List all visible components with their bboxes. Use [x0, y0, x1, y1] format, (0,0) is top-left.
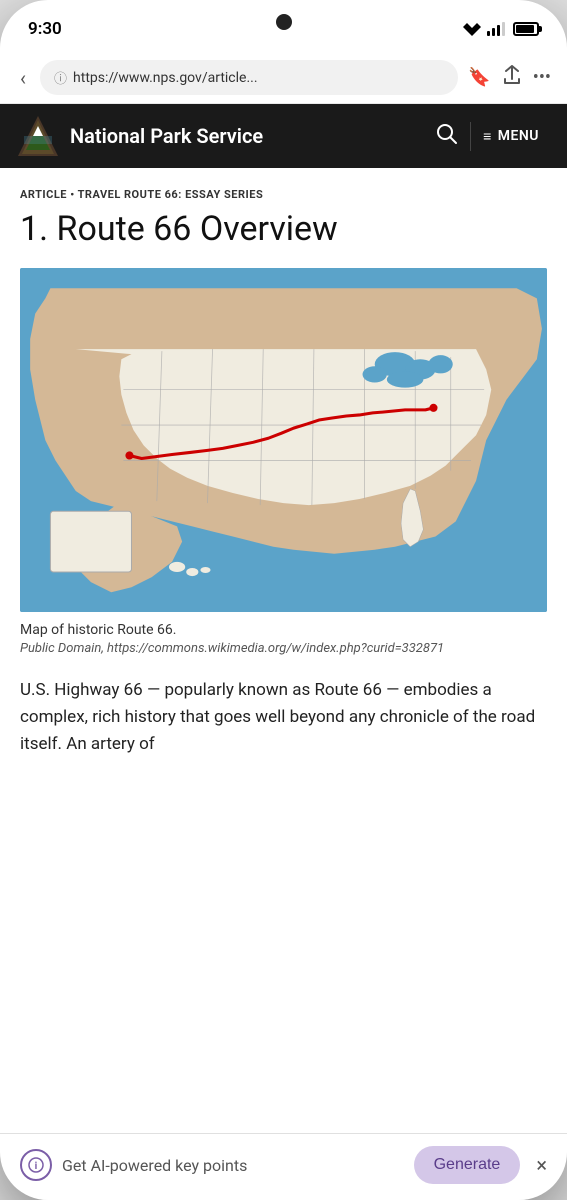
browser-actions: 🔖 •••: [468, 65, 551, 90]
wifi-icon: [463, 22, 481, 36]
status-time: 9:30: [28, 19, 62, 39]
ai-bar-inner: i Get AI-powered key points Generate ×: [20, 1146, 547, 1184]
url-text: https://www.nps.gov/article...: [73, 70, 444, 86]
us-map: [20, 268, 547, 613]
camera-notch: [276, 14, 292, 30]
generate-button[interactable]: Generate: [414, 1146, 521, 1184]
back-button[interactable]: ‹: [16, 62, 30, 94]
map-caption: Map of historic Route 66.: [20, 622, 547, 638]
ai-close-button[interactable]: ×: [536, 1155, 547, 1175]
nps-site-title: National Park Service: [70, 124, 424, 148]
article-title: 1. Route 66 Overview: [20, 209, 547, 250]
ai-prompt-text: Get AI-powered key points: [62, 1156, 247, 1175]
battery-icon: [513, 22, 539, 36]
main-content: ARTICLE • TRAVEL ROUTE 66: ESSAY SERIES …: [0, 168, 567, 1133]
nps-header: NPS National Park Service ≡ MENU: [0, 104, 567, 168]
nps-search-button[interactable]: [424, 117, 470, 156]
more-button[interactable]: •••: [533, 67, 551, 88]
share-button[interactable]: [503, 65, 521, 90]
ai-left: i Get AI-powered key points: [20, 1149, 247, 1181]
menu-label: MENU: [498, 128, 539, 144]
phone-frame: 9:30 ‹ ⓘ https://www.nps.gov/article...: [0, 0, 567, 1200]
ai-info-icon: i: [20, 1149, 52, 1181]
map-attribution: Public Domain, https://commons.wikimedia…: [20, 640, 547, 658]
bookmark-button[interactable]: 🔖: [468, 67, 490, 88]
article-body: U.S. Highway 66 — popularly known as Rou…: [20, 677, 547, 759]
hamburger-icon: ≡: [483, 128, 492, 145]
map-container: [20, 268, 547, 613]
status-icons: [463, 22, 539, 36]
svg-text:i: i: [35, 1161, 38, 1172]
browser-bar: ‹ ⓘ https://www.nps.gov/article... 🔖 •••: [0, 52, 567, 104]
ai-bottom-bar: i Get AI-powered key points Generate ×: [0, 1133, 567, 1200]
nps-logo: NPS: [16, 114, 60, 158]
url-info-icon: ⓘ: [54, 68, 67, 87]
nps-menu-button[interactable]: ≡ MENU: [470, 122, 551, 151]
article-category: ARTICLE • TRAVEL ROUTE 66: ESSAY SERIES: [20, 188, 547, 201]
url-bar[interactable]: ⓘ https://www.nps.gov/article...: [40, 60, 458, 95]
signal-icon: [487, 22, 505, 36]
